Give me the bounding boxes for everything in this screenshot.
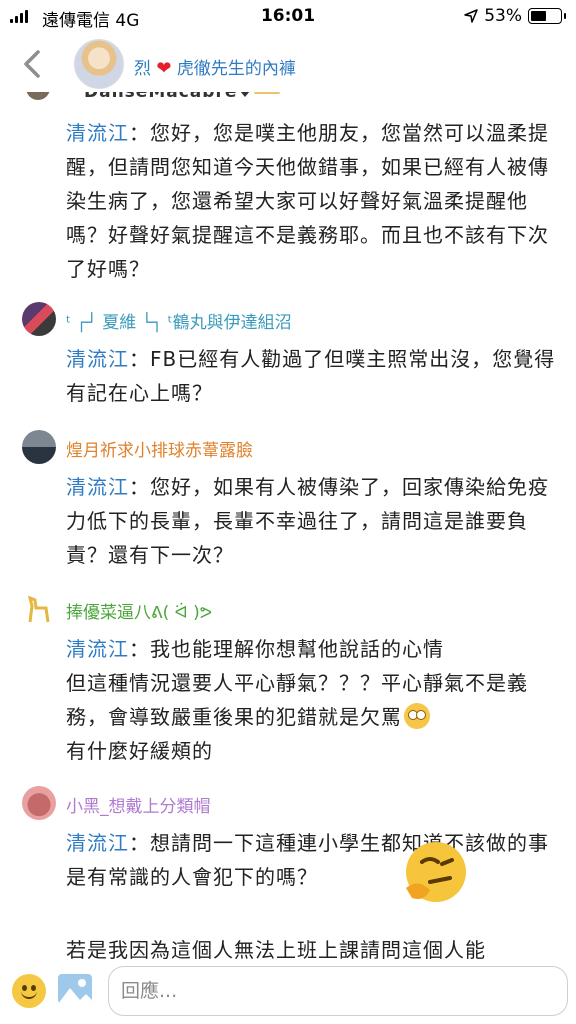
avatar[interactable] <box>22 592 56 626</box>
comment-text: 清流江：FB已經有人勸過了但噗主照常出沒，您覺得有記在心上嗎？ <box>66 342 556 410</box>
plurk-header: 烈 ❤ 虎徹先生的內褲 <box>0 34 576 92</box>
response-feed[interactable]: DanseMacabre♥ 清流江：您好，您是噗主他朋友，您當然可以溫柔提醒，但… <box>0 92 576 960</box>
battery-icon <box>528 8 566 24</box>
comment-body: ：您好，如果有人被傳染了，回家傳染給免疫力低下的長輩，長輩不幸過往了，請問這是誰… <box>66 475 549 567</box>
location-arrow-icon <box>464 9 478 23</box>
commenter-name-cut: DanseMacabre♥ <box>84 92 254 102</box>
smiley-icon[interactable] <box>12 974 46 1008</box>
badge-icon <box>254 92 280 94</box>
chevron-left-icon[interactable] <box>18 48 46 80</box>
reply-input[interactable] <box>108 966 568 1016</box>
author-name-prefix: 烈 <box>134 59 151 79</box>
eye-roll-emoji-icon <box>404 703 430 729</box>
commenter-name[interactable]: 捧優菜逼八ᕕ( ᐛ )ᕗ <box>66 598 212 623</box>
image-icon[interactable] <box>58 974 92 1004</box>
mention-link[interactable]: 清流江 <box>66 347 129 371</box>
comment-text: 清流江：您好，如果有人被傳染了，回家傳染給免疫力低下的長輩，長輩不幸過往了，請問… <box>66 470 556 572</box>
comment-body: ：想請問一下這種連小學生都知道不該做的事是有常識的人會犯下的嗎？ <box>66 831 549 889</box>
comment-body: ：您好，您是噗主他朋友，您當然可以溫柔提醒，但請問您知道今天他做錯事，如果已經有… <box>66 121 549 281</box>
author-name[interactable]: 烈 ❤ 虎徹先生的內褲 <box>134 54 296 79</box>
avatar[interactable] <box>22 302 56 336</box>
heart-icon: ❤ <box>156 58 172 79</box>
author-name-suffix: 虎徹先生的內褲 <box>176 59 296 79</box>
llama-icon <box>27 595 50 623</box>
cut-off-commenter: DanseMacabre♥ <box>20 92 280 102</box>
commenter-name[interactable]: ᵗ ┌┘ 夏維 └┐ ᵗ鶴丸與伊達組沼 <box>66 308 292 333</box>
avatar <box>26 92 50 100</box>
mention-link[interactable]: 清流江 <box>66 637 129 661</box>
comment-body: ：FB已經有人勸過了但噗主照常出沒，您覺得有記在心上嗎？ <box>66 347 556 405</box>
commenter-name[interactable]: 小黑_想戴上分類帽 <box>66 792 211 817</box>
commenter-name[interactable]: 煌月祈求小排球赤葦露臉 <box>66 436 253 461</box>
battery-fill <box>531 11 546 21</box>
comment-body: ：我也能理解你想幫他說話的心情 但這種情況還要人平心靜氣？？？平心靜氣不是義務，… <box>66 637 528 729</box>
status-bar: 遠傳電信 4G 16:01 53% <box>0 0 576 34</box>
reply-bar <box>0 960 576 1024</box>
mention-link[interactable]: 清流江 <box>66 831 129 855</box>
mention-link[interactable]: 清流江 <box>66 475 129 499</box>
battery-percent: 53% <box>484 6 522 26</box>
mention-link[interactable]: 清流江 <box>66 121 129 145</box>
avatar[interactable] <box>22 430 56 464</box>
comment-text: 清流江：我也能理解你想幫他說話的心情 但這種情況還要人平心靜氣？？？平心靜氣不是… <box>66 632 556 768</box>
thinking-emoji-sticker-icon <box>406 842 466 902</box>
comment-body-tail: 有什麼好緩頰的 <box>66 739 213 763</box>
comment-text-cut: 若是我因為這個人無法上班上課請問這個人能 <box>66 938 486 960</box>
comment-text: 清流江：想請問一下這種連小學生都知道不該做的事是有常識的人會犯下的嗎？ <box>66 826 556 894</box>
author-avatar[interactable] <box>74 39 124 89</box>
comment-text: 清流江：您好，您是噗主他朋友，您當然可以溫柔提醒，但請問您知道今天他做錯事，如果… <box>66 116 556 286</box>
avatar[interactable] <box>22 786 56 820</box>
status-right: 53% <box>464 6 566 26</box>
